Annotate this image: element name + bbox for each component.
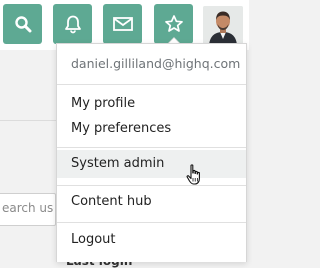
menu-item-my-preferences[interactable]: My preferences: [57, 118, 246, 140]
star-icon: [164, 15, 183, 32]
avatar[interactable]: [203, 6, 243, 45]
background-divider: [0, 120, 56, 121]
user-photo-icon: [203, 6, 243, 45]
menu-divider: [57, 185, 246, 186]
menu-item-my-profile[interactable]: My profile: [57, 93, 246, 115]
search-icon: [14, 16, 31, 33]
menu-item-logout[interactable]: Logout: [57, 228, 246, 252]
search-button[interactable]: [3, 4, 42, 44]
messages-button[interactable]: [103, 4, 142, 44]
page-background: [0, 50, 56, 262]
menu-divider: [57, 84, 246, 85]
menu-divider: [57, 147, 246, 148]
menu-item-system-admin[interactable]: System admin: [57, 150, 246, 178]
hand-cursor-icon: [186, 164, 200, 185]
menu-item-content-hub[interactable]: Content hub: [57, 190, 246, 214]
notifications-button[interactable]: [53, 4, 92, 44]
user-menu: daniel.gilliland@highq.com My profile My…: [56, 43, 247, 262]
user-email: daniel.gilliland@highq.com: [71, 56, 241, 71]
mail-icon: [112, 17, 133, 31]
menu-divider: [57, 222, 246, 223]
bell-icon: [64, 15, 81, 34]
people-search-placeholder: earch use: [2, 201, 54, 215]
